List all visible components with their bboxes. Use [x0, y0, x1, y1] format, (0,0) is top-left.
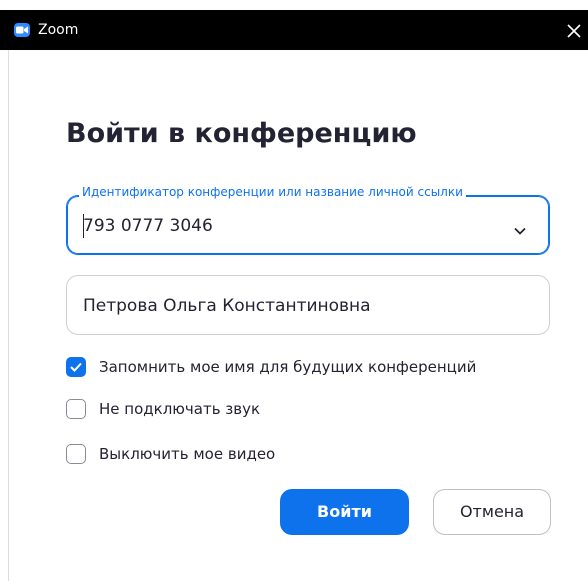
video-off-option[interactable]: Выключить мое видео [66, 444, 546, 466]
meeting-id-field[interactable]: Идентификатор конференции или название л… [66, 184, 550, 255]
close-icon[interactable] [565, 22, 583, 40]
remember-name-checkbox[interactable] [66, 357, 86, 377]
page-title: Войти в конференцию [66, 118, 417, 149]
no-audio-option[interactable]: Не подключать звук [66, 399, 546, 421]
remember-name-label: Запомнить мое имя для будущих конференци… [99, 358, 477, 376]
meeting-id-label: Идентификатор конференции или название л… [79, 184, 466, 200]
title-bar: Zoom [0, 10, 588, 50]
name-input[interactable]: Петрова Ольга Константиновна [83, 295, 371, 317]
no-audio-checkbox[interactable] [66, 399, 86, 419]
remember-name-option[interactable]: Запомнить мое имя для будущих конференци… [66, 357, 546, 379]
window-border [8, 50, 9, 581]
name-field[interactable]: Петрова Ольга Константиновна [66, 275, 550, 335]
video-off-checkbox[interactable] [66, 444, 86, 464]
join-button[interactable]: Войти [280, 489, 409, 535]
no-audio-label: Не подключать звук [99, 400, 261, 418]
window-title: Zoom [38, 22, 79, 38]
cancel-button[interactable]: Отмена [433, 489, 551, 535]
zoom-camera-icon [14, 23, 30, 37]
video-off-label: Выключить мое видео [99, 445, 276, 463]
meeting-id-input[interactable]: 793 0777 3046 [83, 215, 213, 237]
chevron-down-icon[interactable] [513, 221, 527, 235]
